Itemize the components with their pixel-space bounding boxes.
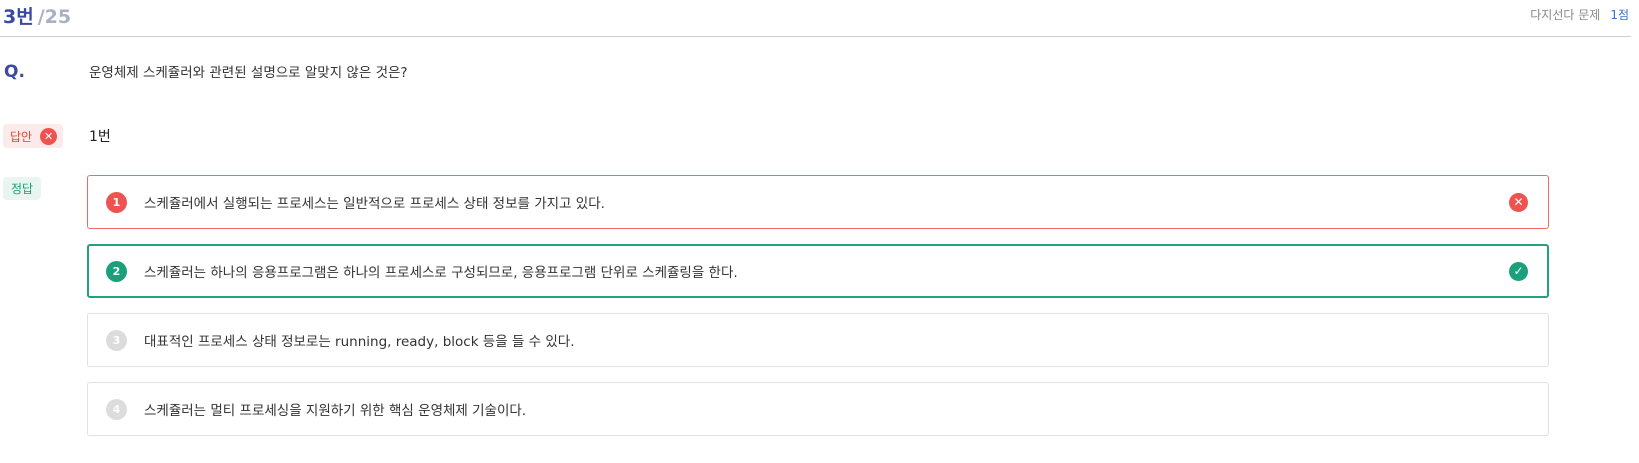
option-number-badge: 2 [106, 260, 127, 282]
option-text: 스케쥴러에서 실행되는 프로세스는 일반적으로 프로세스 상태 정보를 가지고 … [144, 196, 605, 212]
user-answer-badge: 답안 ✕ [3, 124, 64, 148]
question-meta: 다지선다 문제 1점 [1530, 6, 1629, 23]
option-number-badge: 3 [106, 329, 127, 351]
header-divider [0, 36, 1631, 37]
option-3[interactable]: 3 대표적인 프로세스 상태 정보로는 running, ready, bloc… [87, 313, 1549, 367]
option-text: 스케쥴러는 멀티 프로세싱을 지원하기 위한 핵심 운영체제 기술이다. [144, 403, 527, 419]
check-circle-icon: ✓ [1509, 261, 1528, 281]
correct-answer-label: 정답 [11, 182, 34, 196]
option-number-badge: 1 [106, 191, 127, 213]
question-number: 3번/25 [3, 2, 71, 29]
option-2[interactable]: 2 스케쥴러는 하나의 응용프로그램은 하나의 프로세스로 구성되므로, 응용프… [87, 244, 1549, 298]
question-header: 3번/25 다지선다 문제 1점 [0, 0, 1639, 38]
question-points: 1점 [1610, 8, 1629, 22]
x-circle-icon: ✕ [1509, 192, 1528, 212]
option-4[interactable]: 4 스케쥴러는 멀티 프로세싱을 지원하기 위한 핵심 운영체제 기술이다. [87, 382, 1549, 436]
correct-answer-badge: 정답 [3, 177, 42, 200]
user-answer-label: 답안 [10, 129, 33, 144]
option-text: 대표적인 프로세스 상태 정보로는 running, ready, block … [144, 334, 575, 350]
question-type: 다지선다 문제 [1530, 8, 1601, 22]
option-text: 스케쥴러는 하나의 응용프로그램은 하나의 프로세스로 구성되므로, 응용프로그… [144, 265, 738, 281]
question-number-total: /25 [37, 6, 72, 28]
option-number-badge: 4 [106, 398, 127, 420]
question-label: Q. [4, 62, 25, 82]
option-1[interactable]: 1 스케쥴러에서 실행되는 프로세스는 일반적으로 프로세스 상태 정보를 가지… [87, 175, 1549, 229]
question-text: 운영체제 스케쥴러와 관련된 설명으로 알맞지 않은 것은? [89, 65, 408, 81]
user-answer-value: 1번 [89, 129, 111, 145]
question-number-current: 3번 [3, 6, 34, 28]
x-circle-icon: ✕ [40, 127, 58, 145]
